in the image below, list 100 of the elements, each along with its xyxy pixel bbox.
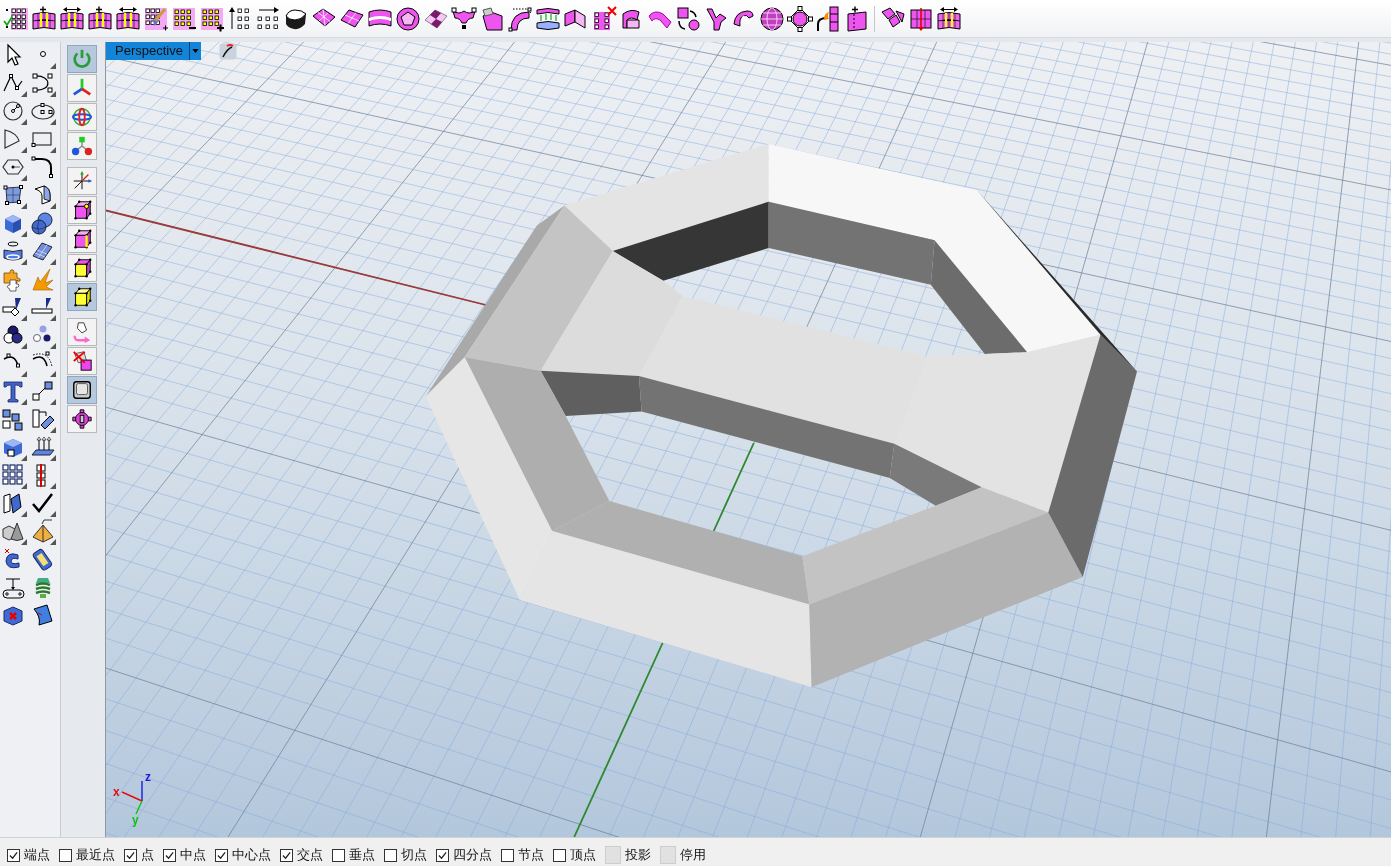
viewport-tab[interactable]: Perspective [106, 42, 201, 60]
rotate-rectangle-icon[interactable] [30, 407, 56, 433]
snap-label[interactable]: 中点 [180, 847, 206, 863]
globe-icon[interactable] [759, 5, 785, 32]
point-grid-delete-icon[interactable] [591, 5, 617, 32]
surface-points-icon[interactable] [1, 183, 27, 209]
tick-icon [9, 850, 18, 860]
rotate-gizmo-icon [71, 106, 93, 128]
checkbox[interactable] [553, 848, 566, 862]
split-icon[interactable] [30, 295, 56, 321]
checkbox[interactable] [163, 848, 176, 862]
checkbox[interactable] [501, 848, 514, 862]
tick-icon [438, 850, 447, 860]
point-grid-brush-icon[interactable] [143, 5, 169, 32]
layered-surface-icon[interactable] [535, 5, 561, 32]
toggle-button[interactable] [660, 846, 676, 864]
arc-points-icon[interactable] [1, 351, 27, 377]
point-arrow-icon[interactable] [255, 5, 281, 32]
snap-label[interactable]: 投影 [625, 847, 651, 863]
scale-squares-icon[interactable] [30, 379, 56, 405]
solid-cube-icon [71, 286, 93, 308]
axis-label: z [145, 771, 151, 783]
snap-label[interactable]: 交点 [297, 847, 323, 863]
tick-icon [282, 850, 291, 860]
cube-face-icon [71, 257, 93, 279]
tick-icon [217, 850, 226, 860]
snap-label[interactable]: 点 [141, 847, 154, 863]
axis-label: x [113, 786, 120, 798]
checkbox[interactable] [59, 848, 72, 862]
three-dots-icon[interactable] [30, 323, 56, 349]
checkbox[interactable] [436, 848, 449, 862]
axis-label: y [132, 814, 139, 826]
checkbox[interactable] [7, 848, 20, 862]
surface-stretch-icon[interactable] [936, 5, 962, 32]
circle-icon[interactable] [1, 99, 27, 125]
snap-label[interactable]: 切点 [401, 847, 427, 863]
surface-plus-icon[interactable] [31, 5, 57, 32]
surface-arrow-icon[interactable] [908, 5, 934, 32]
checkbox[interactable] [384, 848, 397, 862]
point-grid-plus-icon[interactable] [199, 5, 225, 32]
snap-label[interactable]: 端点 [24, 847, 50, 863]
checkbox[interactable] [332, 848, 345, 862]
arc-triangle-icon[interactable] [1, 127, 27, 153]
move-axes-icon [71, 170, 93, 192]
dimension-icon[interactable] [1, 575, 27, 601]
caret-icon [192, 49, 199, 53]
cube-vertex-icon [71, 199, 93, 221]
tripod-icon [71, 135, 93, 157]
square-circle-swap-icon[interactable] [675, 5, 701, 32]
tool-button[interactable] [67, 283, 97, 311]
check-icon[interactable] [30, 491, 56, 517]
checkbox[interactable] [215, 848, 228, 862]
square-array-icon[interactable] [1, 463, 27, 489]
spheres-icon[interactable] [30, 211, 56, 237]
surface-plus-icon[interactable] [87, 5, 113, 32]
control-point-curve-icon[interactable] [30, 71, 56, 97]
slabs-icon[interactable] [1, 491, 27, 517]
snap-label[interactable]: 垂点 [349, 847, 375, 863]
point-grid-minus-icon[interactable] [171, 5, 197, 32]
letter-t-icon[interactable] [1, 379, 27, 405]
pentagon-ball-icon[interactable] [395, 5, 421, 32]
fillet-curve-icon[interactable] [30, 155, 56, 181]
cylinder-ring-icon[interactable] [1, 239, 27, 265]
tool-button[interactable] [67, 405, 97, 433]
tool-button[interactable] [67, 196, 97, 224]
snap-label[interactable]: 停用 [680, 847, 706, 863]
dial-icon[interactable] [219, 43, 237, 60]
snap-label[interactable]: 最近点 [76, 847, 115, 863]
tool-button[interactable] [67, 254, 97, 282]
extrude-arrows-icon[interactable] [30, 435, 56, 461]
offset-arc-icon[interactable] [30, 351, 56, 377]
wavy-sheet-icon[interactable] [30, 603, 56, 629]
point-grid-check-icon[interactable] [3, 5, 29, 32]
three-circles-icon[interactable] [1, 323, 27, 349]
snap-label[interactable]: 顶点 [570, 847, 596, 863]
tick-icon [126, 850, 135, 860]
arc-band-icon[interactable] [507, 5, 533, 32]
polyline-icon[interactable] [1, 71, 27, 97]
tool-button[interactable] [67, 225, 97, 253]
branching-tube-icon[interactable] [703, 5, 729, 32]
snap-label[interactable]: 中心点 [232, 847, 271, 863]
forked-surface-icon[interactable] [451, 5, 477, 32]
snap-label[interactable]: 四分点 [453, 847, 492, 863]
pipe-flame-icon[interactable] [815, 5, 841, 32]
tick-icon [165, 850, 174, 860]
pyramid-icon[interactable] [30, 519, 56, 545]
checkbox[interactable] [124, 848, 137, 862]
toggle-button[interactable] [605, 846, 621, 864]
tool-button[interactable] [67, 347, 97, 375]
tool-button[interactable] [67, 376, 97, 404]
checkbox[interactable] [280, 848, 293, 862]
blade-icon[interactable] [1, 295, 27, 321]
surface-patch-icon[interactable] [479, 5, 505, 32]
power-icon [71, 48, 93, 70]
surface-stretch-icon[interactable] [59, 5, 85, 32]
deselect-icon [71, 350, 93, 372]
snap-label[interactable]: 节点 [518, 847, 544, 863]
cube-edge-icon [71, 228, 93, 250]
surface-stretch-icon[interactable] [115, 5, 141, 32]
shape-arrow-icon [71, 321, 93, 343]
